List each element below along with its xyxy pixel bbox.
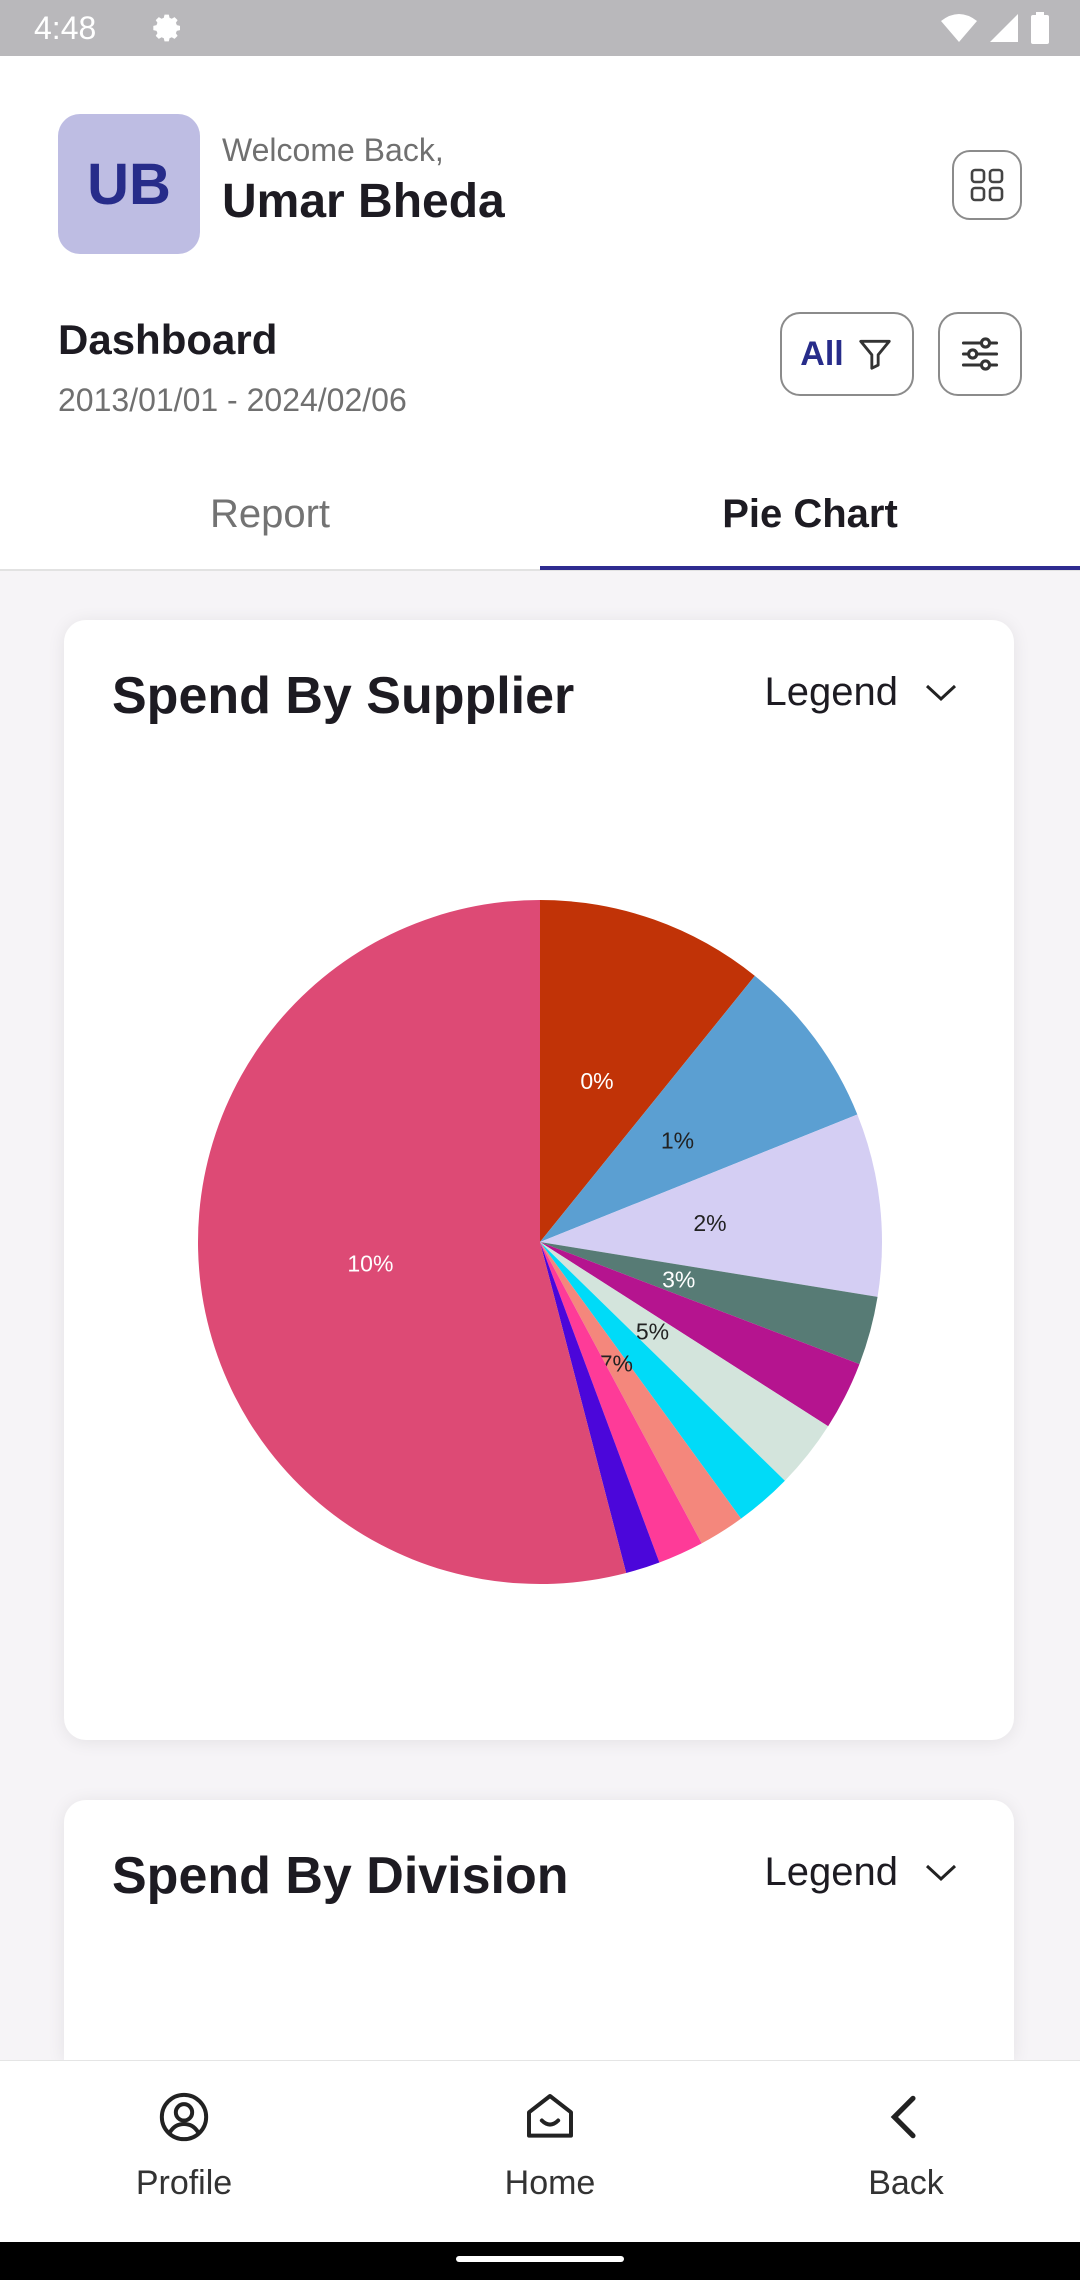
apps-grid-button[interactable] bbox=[952, 150, 1022, 220]
profile-icon bbox=[159, 2092, 209, 2142]
cellular-signal-icon bbox=[990, 14, 1018, 42]
status-icons bbox=[940, 10, 1050, 46]
nav-back[interactable]: Back bbox=[796, 2089, 1016, 2203]
active-tab-indicator bbox=[540, 566, 1080, 570]
nav-home-label: Home bbox=[504, 2164, 596, 2202]
sliders-settings-button[interactable] bbox=[938, 312, 1022, 396]
chevron-down-icon bbox=[925, 1864, 957, 1881]
app-header: UB Welcome Back, Umar Bheda Dashboard 20… bbox=[0, 56, 1080, 570]
battery-icon bbox=[1031, 12, 1049, 44]
legend-dropdown[interactable]: Legend bbox=[765, 1850, 958, 1895]
nav-profile-label: Profile bbox=[135, 2164, 233, 2202]
pie-slice-label: 0% bbox=[580, 1068, 613, 1094]
user-name: Umar Bheda bbox=[222, 175, 505, 228]
gesture-handle[interactable] bbox=[456, 2256, 624, 2262]
tab-report[interactable]: Report bbox=[0, 486, 540, 570]
pie-slice-label: 3% bbox=[662, 1266, 695, 1292]
settings-gear-icon bbox=[153, 14, 180, 42]
welcome-text: Welcome Back, bbox=[222, 132, 444, 168]
gesture-bar bbox=[0, 2242, 1080, 2280]
grid-icon bbox=[970, 168, 1004, 202]
chevron-left-icon bbox=[890, 2095, 916, 2139]
status-time: 4:48 bbox=[34, 10, 97, 46]
nav-back-label: Back bbox=[868, 2164, 944, 2202]
dashboard-title: Dashboard bbox=[58, 316, 278, 363]
legend-label: Legend bbox=[764, 1850, 898, 1894]
card-title: Spend By Division bbox=[112, 1847, 569, 1905]
avatar-initials: UB bbox=[87, 151, 171, 217]
avatar[interactable]: UB bbox=[58, 114, 200, 254]
filter-all-label: All bbox=[800, 334, 844, 373]
sliders-icon bbox=[961, 337, 999, 371]
nav-home[interactable]: Home bbox=[440, 2089, 660, 2203]
home-icon bbox=[527, 2094, 573, 2138]
tab-pie-chart[interactable]: Pie Chart bbox=[540, 486, 1080, 570]
nav-profile[interactable]: Profile bbox=[74, 2089, 294, 2203]
pie-slice-label: 10% bbox=[347, 1251, 393, 1277]
wifi-icon bbox=[941, 14, 977, 42]
pie-slice-label: 1% bbox=[661, 1127, 694, 1153]
pie-chart: 0%1%2%3%5%7%10% bbox=[198, 900, 882, 1584]
spend-by-supplier-card: Spend By Supplier Legend 0% 1% 2% 3% 5% 7% 10% bbox=[64, 620, 1014, 1740]
date-range: 2013/01/01 - 2024/02/06 bbox=[58, 382, 407, 418]
status-bar: 4:48 bbox=[0, 0, 1080, 56]
pie-slice-label: 2% bbox=[693, 1210, 726, 1236]
filter-icon bbox=[859, 339, 891, 370]
bottom-navigation: Profile Home Back bbox=[0, 2060, 1080, 2242]
filter-all-button[interactable]: All bbox=[780, 312, 914, 396]
spend-by-division-card: Spend By Division Legend bbox=[64, 1800, 1014, 2060]
